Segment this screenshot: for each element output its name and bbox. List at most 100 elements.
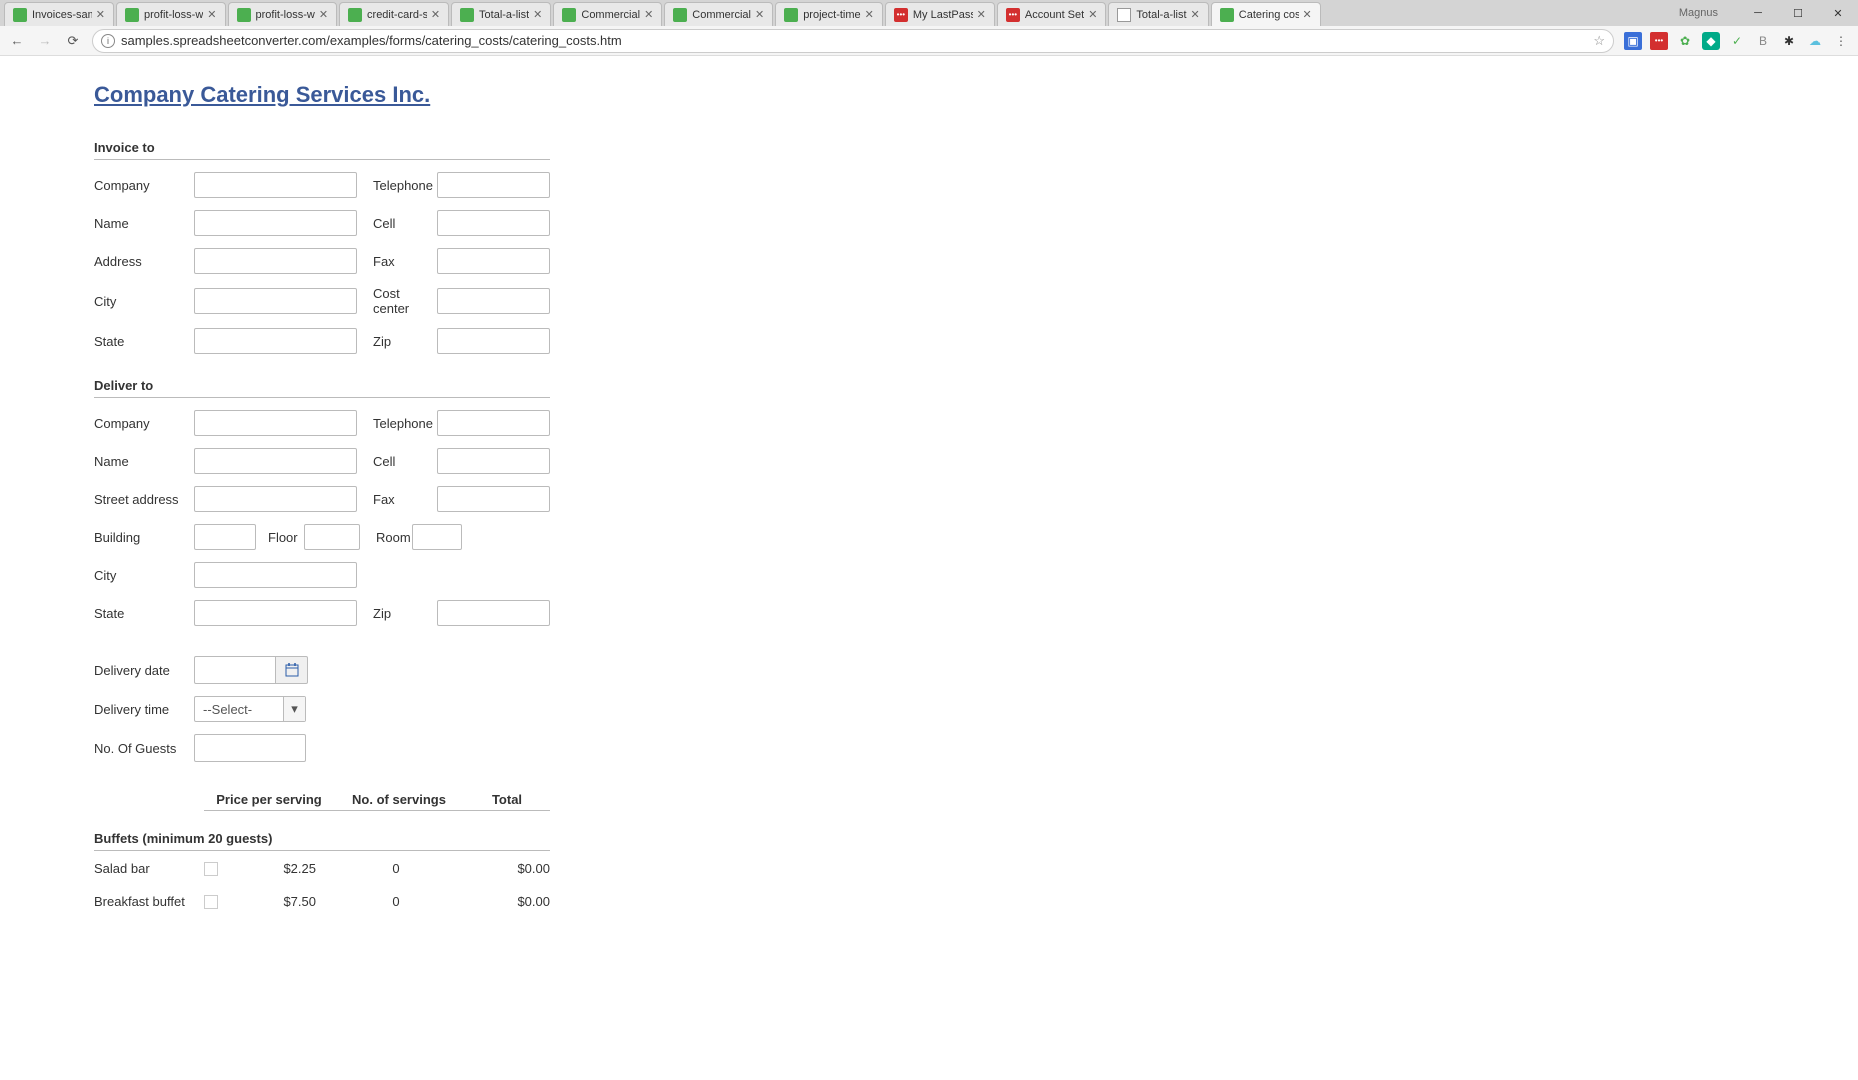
- close-icon[interactable]: ✕: [865, 8, 874, 21]
- deliver-state-input[interactable]: [194, 600, 357, 626]
- buffets-header: Buffets (minimum 20 guests): [94, 831, 550, 851]
- ext-icon-8[interactable]: ☁: [1806, 32, 1824, 50]
- reload-button[interactable]: ⟳: [64, 32, 82, 50]
- ext-icon-6[interactable]: B: [1754, 32, 1772, 50]
- ext-icon-7[interactable]: ✱: [1780, 32, 1798, 50]
- close-icon[interactable]: ✕: [1303, 8, 1312, 21]
- invoice-state-input[interactable]: [194, 328, 357, 354]
- ext-icon-3[interactable]: ✿: [1676, 32, 1694, 50]
- tab-10[interactable]: Total-a-list✕: [1108, 2, 1208, 26]
- invoice-costcenter-input[interactable]: [437, 288, 550, 314]
- tab-4[interactable]: Total-a-list✕: [451, 2, 551, 26]
- d-city-label: City: [94, 568, 194, 583]
- guests-input[interactable]: [194, 734, 306, 762]
- state-label: State: [94, 334, 194, 349]
- favicon-icon: [237, 8, 251, 22]
- tab-7[interactable]: project-time✕: [775, 2, 883, 26]
- favicon-icon: •••: [894, 8, 908, 22]
- close-icon[interactable]: ✕: [644, 8, 653, 21]
- close-button[interactable]: ✕: [1818, 0, 1858, 26]
- url-text: samples.spreadsheetconverter.com/example…: [121, 33, 1587, 48]
- item-name: Breakfast buffet: [94, 894, 204, 909]
- salad-checkbox[interactable]: [204, 862, 218, 876]
- page-title[interactable]: Company Catering Services Inc.: [94, 82, 430, 108]
- favicon-icon: [460, 8, 474, 22]
- room-input[interactable]: [412, 524, 462, 550]
- tab-9[interactable]: •••Account Set✕: [997, 2, 1107, 26]
- tab-title: Invoices-sam: [32, 9, 92, 21]
- tab-6[interactable]: Commercial✕: [664, 2, 773, 26]
- building-input[interactable]: [194, 524, 256, 550]
- ext-icon-1[interactable]: ▣: [1624, 32, 1642, 50]
- deliver-telephone-input[interactable]: [437, 410, 550, 436]
- deliver-name-input[interactable]: [194, 448, 357, 474]
- back-button[interactable]: ←: [8, 32, 26, 50]
- d-state-label: State: [94, 606, 194, 621]
- address-bar[interactable]: i samples.spreadsheetconverter.com/examp…: [92, 29, 1614, 53]
- tab-title: profit-loss-w: [256, 9, 315, 21]
- floor-input[interactable]: [304, 524, 360, 550]
- deliver-street-input[interactable]: [194, 486, 357, 512]
- invoice-zip-input[interactable]: [437, 328, 550, 354]
- deliver-city-input[interactable]: [194, 562, 357, 588]
- invoice-city-input[interactable]: [194, 288, 357, 314]
- zip-label: Zip: [357, 334, 437, 349]
- deliver-company-input[interactable]: [194, 410, 357, 436]
- favicon-icon: [784, 8, 798, 22]
- tab-1[interactable]: profit-loss-w✕: [116, 2, 226, 26]
- ext-icon-4[interactable]: ◆: [1702, 32, 1720, 50]
- item-name: Salad bar: [94, 861, 204, 876]
- ext-icon-2[interactable]: •••: [1650, 32, 1668, 50]
- info-icon[interactable]: i: [101, 34, 115, 48]
- d-name-label: Name: [94, 454, 194, 469]
- tab-0[interactable]: Invoices-sam ✕: [4, 2, 114, 26]
- close-icon[interactable]: ✕: [207, 8, 216, 21]
- delivery-time-label: Delivery time: [94, 702, 194, 717]
- invoice-name-input[interactable]: [194, 210, 357, 236]
- tab-8[interactable]: •••My LastPass✕: [885, 2, 995, 26]
- th-price: Price per serving: [204, 792, 334, 811]
- fax-label: Fax: [357, 254, 437, 269]
- invoice-cell-input[interactable]: [437, 210, 550, 236]
- invoice-company-input[interactable]: [194, 172, 357, 198]
- tab-3[interactable]: credit-card-s✕: [339, 2, 449, 26]
- tab-5[interactable]: Commercial✕: [553, 2, 662, 26]
- close-icon[interactable]: ✕: [533, 8, 542, 21]
- invoice-fax-input[interactable]: [437, 248, 550, 274]
- delivery-date-input[interactable]: [194, 656, 276, 684]
- item-row-breakfast: Breakfast buffet $7.50 0 $0.00: [94, 894, 580, 909]
- forward-button[interactable]: →: [36, 32, 54, 50]
- close-icon[interactable]: ✕: [319, 8, 328, 21]
- invoice-address-input[interactable]: [194, 248, 357, 274]
- close-icon[interactable]: ✕: [96, 8, 105, 21]
- deliver-zip-input[interactable]: [437, 600, 550, 626]
- close-icon[interactable]: ✕: [1088, 8, 1097, 21]
- tab-11[interactable]: Catering cos✕: [1211, 2, 1321, 26]
- d-street-label: Street address: [94, 492, 194, 507]
- deliver-fax-input[interactable]: [437, 486, 550, 512]
- invoice-telephone-input[interactable]: [437, 172, 550, 198]
- name-label: Name: [94, 216, 194, 231]
- floor-label: Floor: [256, 530, 304, 545]
- deliver-cell-input[interactable]: [437, 448, 550, 474]
- breakfast-checkbox[interactable]: [204, 895, 218, 909]
- th-total: Total: [464, 792, 550, 811]
- viewport[interactable]: Company Catering Services Inc. Invoice t…: [0, 56, 1858, 1080]
- room-label: Room: [360, 530, 412, 545]
- profile-name[interactable]: Magnus: [1679, 7, 1718, 19]
- calendar-button[interactable]: [276, 656, 308, 684]
- minimize-button[interactable]: ─: [1738, 0, 1778, 26]
- tab-title: Account Set: [1025, 9, 1084, 21]
- star-icon[interactable]: ☆: [1593, 33, 1605, 49]
- delivery-time-select[interactable]: --Select- ▾: [194, 696, 306, 722]
- tab-2[interactable]: profit-loss-w ✕: [228, 2, 338, 26]
- close-icon[interactable]: ✕: [1191, 8, 1200, 21]
- menu-icon[interactable]: ⋮: [1832, 32, 1850, 50]
- th-blank: [94, 792, 204, 811]
- close-icon[interactable]: ✕: [431, 8, 440, 21]
- invoice-header: Invoice to: [94, 140, 550, 160]
- close-icon[interactable]: ✕: [755, 8, 764, 21]
- maximize-button[interactable]: ☐: [1778, 0, 1818, 26]
- ext-icon-5[interactable]: ✓: [1728, 32, 1746, 50]
- close-icon[interactable]: ✕: [977, 8, 986, 21]
